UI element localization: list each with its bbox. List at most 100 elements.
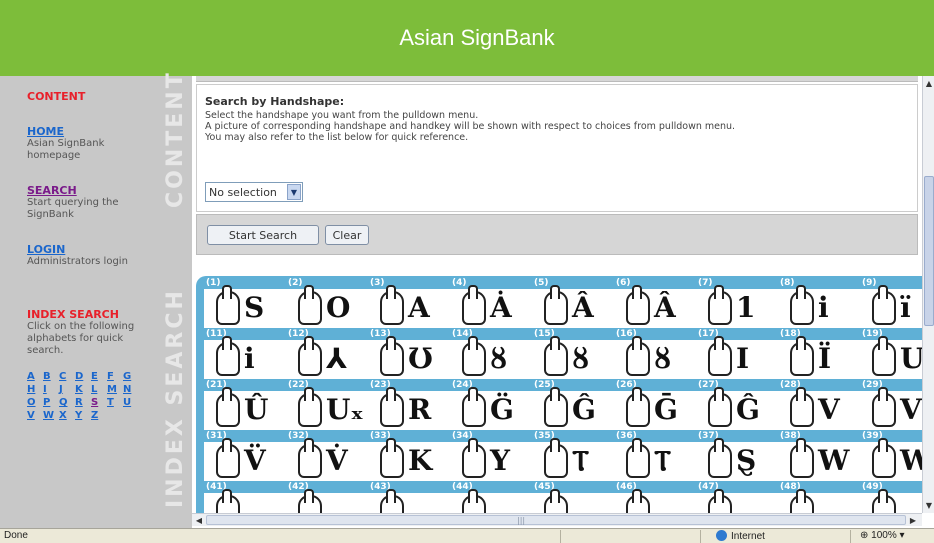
hand-icon [462,387,486,427]
handshape-cell[interactable]: Ȿ [696,438,776,481]
handshape-cell[interactable]: V [860,387,922,430]
handshape-cell[interactable]: W [778,438,858,481]
alpha-link-i[interactable]: I [43,384,59,395]
sidebar-item-home[interactable]: HOME [27,125,157,138]
alpha-link-z[interactable]: Z [91,410,107,421]
handshape-cell[interactable] [614,489,694,513]
alpha-link-v[interactable]: V [27,410,43,421]
handshape-cell[interactable] [860,489,922,513]
alpha-link-y[interactable]: Y [75,410,91,421]
alpha-link-f[interactable]: F [107,371,123,382]
handshape-cell[interactable]: ȣ [450,336,530,379]
alpha-link-t[interactable]: T [107,397,123,408]
handshape-cell[interactable]: V̇ [286,438,366,481]
sidebar-item-home-desc: Asian SignBank homepage [27,138,105,161]
handshape-cell[interactable] [204,489,284,513]
handshape-cell[interactable]: R [368,387,448,430]
alpha-link-l[interactable]: L [91,384,107,395]
handshape-cell[interactable]: O [286,285,366,328]
vertical-scrollbar[interactable]: ▲ ▼ [922,76,934,513]
handshape-cell[interactable]: Û [204,387,284,430]
hand-icon [544,285,568,325]
handshape-cell[interactable]: A [368,285,448,328]
handshape-select[interactable]: No selection ▼ [205,182,303,202]
handshape-cell[interactable]: Ï [778,336,858,379]
handkey-symbol: ï [900,291,911,324]
alpha-link-h[interactable]: H [27,384,43,395]
handshape-cell[interactable]: ⅄ [286,336,366,379]
scroll-up-icon[interactable]: ▲ [924,77,934,89]
handshape-cell[interactable]: V̈ [204,438,284,481]
alpha-link-s[interactable]: S [91,397,107,408]
scroll-right-icon[interactable]: ▶ [908,514,918,526]
handshape-cell[interactable]: i [204,336,284,379]
alpha-link-u[interactable]: U [123,397,139,408]
handshape-cell[interactable]: 1 [696,285,776,328]
handshape-cell[interactable]: Ȧ [450,285,530,328]
alpha-link-k[interactable]: K [75,384,91,395]
handshape-cell[interactable]: Ⲧ [614,438,694,481]
horizontal-scrollbar[interactable]: ◀ ||| ▶ [192,513,922,526]
handshape-cell[interactable] [286,489,366,513]
hand-icon [380,438,404,478]
handshape-cell[interactable]: Ʊ [368,336,448,379]
chevron-down-icon[interactable]: ▼ [287,184,301,200]
sidebar-item-login[interactable]: LOGIN [27,243,157,256]
handshape-cell[interactable]: W [860,438,922,481]
handshape-cell[interactable]: ï [860,285,922,328]
zoom-level[interactable]: ⊕ 100% ▾ [860,530,905,541]
handshape-row: (41) (42) (43) (44) (45) (46) (47) (48) (49) [204,482,922,513]
alpha-link-b[interactable]: B [43,371,59,382]
handshape-cell[interactable] [532,489,612,513]
start-search-button[interactable]: Start Search [207,225,319,245]
alpha-link-j[interactable]: J [59,384,75,395]
handshape-cell[interactable]: i [778,285,858,328]
handshape-cell[interactable]: Ḡ [614,387,694,430]
handshape-cell[interactable]: Ĝ [532,387,612,430]
handshape-cell[interactable]: U [860,336,922,379]
alpha-link-x[interactable]: X [59,410,75,421]
alpha-link-g[interactable]: G [123,371,139,382]
handshape-cell[interactable]: ȣ [532,336,612,379]
horizontal-scroll-thumb[interactable]: ||| [206,515,906,525]
handshape-cell[interactable]: I [696,336,776,379]
hand-icon [872,336,896,376]
handshape-cell[interactable]: V [778,387,858,430]
index-search-heading: INDEX SEARCH [27,308,119,321]
handshape-cell[interactable]: Â [532,285,612,328]
alpha-link-r[interactable]: R [75,397,91,408]
vertical-scroll-thumb[interactable] [924,176,934,326]
handshape-cell[interactable] [696,489,776,513]
handshape-number: (2) [288,278,303,288]
hand-icon [544,489,568,513]
scroll-left-icon[interactable]: ◀ [194,514,204,526]
handshape-cell[interactable] [450,489,530,513]
sidebar: CONTENT INDEX SEARCH CONTENT HOME Asian … [0,70,192,532]
clear-button[interactable]: Clear [325,225,369,245]
alpha-link-c[interactable]: C [59,371,75,382]
search-panel: Search by Handshape: Select the handshap… [196,84,918,212]
alpha-link-q[interactable]: Q [59,397,75,408]
handshape-cell[interactable]: S [204,285,284,328]
alpha-link-n[interactable]: N [123,384,139,395]
handshape-cell[interactable]: Ĝ [696,387,776,430]
sidebar-item-search[interactable]: SEARCH [27,184,157,197]
handshape-cell[interactable]: Ⲧ [532,438,612,481]
alpha-link-w[interactable]: W [43,410,59,421]
alpha-link-o[interactable]: O [27,397,43,408]
handshape-cell[interactable]: G̈ [450,387,530,430]
handshape-cell[interactable]: Y [450,438,530,481]
hand-icon [462,285,486,325]
alpha-link-m[interactable]: M [107,384,123,395]
handshape-cell[interactable] [368,489,448,513]
handshape-cell[interactable]: K [368,438,448,481]
handshape-cell[interactable]: ȣ [614,336,694,379]
alpha-link-d[interactable]: D [75,371,91,382]
handshape-cell[interactable]: Â [614,285,694,328]
handshape-cell[interactable]: Uₓ [286,387,366,430]
alpha-link-p[interactable]: P [43,397,59,408]
alpha-link-a[interactable]: A [27,371,43,382]
alpha-link-e[interactable]: E [91,371,107,382]
scroll-down-icon[interactable]: ▼ [924,499,934,511]
handshape-cell[interactable] [778,489,858,513]
